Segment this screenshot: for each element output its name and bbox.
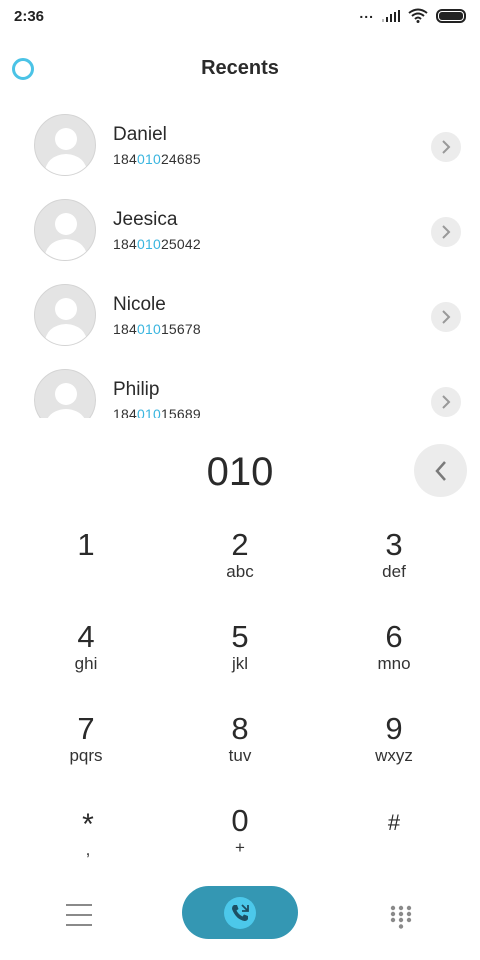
key-2[interactable]: 2 abc	[170, 528, 310, 608]
avatar	[34, 199, 96, 261]
list-item[interactable]: Philip 18401015689	[0, 357, 480, 418]
status-time: 2:36	[14, 8, 45, 25]
key-digit: 8	[231, 711, 249, 746]
contact-number: 18401025042	[113, 236, 201, 252]
avatar	[34, 284, 96, 346]
contact-number: 18401015678	[113, 321, 201, 337]
chevron-right-icon	[442, 310, 451, 324]
key-6[interactable]: 6 mno	[324, 620, 464, 700]
status-icons: ...	[359, 4, 466, 23]
contact-details-button[interactable]	[431, 217, 461, 247]
avatar	[34, 114, 96, 176]
contact-name: Jeesica	[113, 209, 178, 230]
contact-details-button[interactable]	[431, 387, 461, 417]
menu-icon[interactable]	[66, 904, 92, 926]
key-9[interactable]: 9 wxyz	[324, 712, 464, 792]
contact-details-button[interactable]	[431, 302, 461, 332]
person-icon	[44, 298, 88, 345]
chevron-right-icon	[442, 225, 451, 239]
contact-name: Philip	[113, 379, 160, 400]
key-letters: +	[235, 838, 245, 857]
key-4[interactable]: 4 ghi	[16, 620, 156, 700]
key-letters: mno	[377, 654, 411, 673]
list-item[interactable]: Nicole 18401015678	[0, 272, 480, 357]
contact-name: Daniel	[113, 124, 167, 145]
key-star[interactable]: * ,	[18, 804, 158, 884]
bottom-bar	[0, 880, 480, 950]
header: Recents	[0, 50, 480, 90]
battery-icon	[436, 8, 466, 23]
key-letters: ,	[85, 840, 91, 859]
key-letters: wxyz	[375, 746, 413, 765]
key-digit: 2	[231, 527, 249, 562]
key-hash[interactable]: #	[324, 804, 464, 884]
key-digit: 4	[77, 619, 95, 654]
key-letters: pqrs	[69, 746, 103, 765]
recents-list[interactable]: Daniel 18401024685 Jeesica 18401025042 N…	[0, 102, 480, 418]
key-0[interactable]: 0 +	[170, 804, 310, 884]
contact-name: Nicole	[113, 294, 166, 315]
key-7[interactable]: 7 pqrs	[16, 712, 156, 792]
status-bar: 2:36 ...	[0, 0, 480, 34]
key-8[interactable]: 8 tuv	[170, 712, 310, 792]
key-letters: jkl	[231, 654, 249, 673]
key-letters: ghi	[74, 654, 98, 673]
person-icon	[44, 213, 88, 260]
chevron-left-icon	[434, 460, 446, 481]
key-1[interactable]: 1	[16, 528, 156, 608]
list-item[interactable]: Jeesica 18401025042	[0, 187, 480, 272]
keypad: 1 2 abc 3 def 4 ghi 5 jkl 6 mno 7 pqrs 8…	[0, 520, 480, 890]
wifi-icon	[408, 8, 428, 23]
person-icon	[47, 383, 85, 418]
key-digit: #	[387, 810, 401, 835]
key-digit: 3	[385, 527, 403, 562]
key-digit: 5	[231, 619, 249, 654]
signal-icon	[382, 9, 400, 22]
contact-details-button[interactable]	[431, 132, 461, 162]
key-5[interactable]: 5 jkl	[170, 620, 310, 700]
phone-call-icon	[224, 896, 256, 929]
key-digit: 1	[77, 527, 95, 562]
key-digit: 6	[385, 619, 403, 654]
list-item[interactable]: Daniel 18401024685	[0, 102, 480, 187]
key-digit: 7	[77, 711, 95, 746]
entered-number: 010	[206, 450, 274, 494]
call-button[interactable]	[182, 886, 298, 939]
page-title: Recents	[201, 57, 279, 79]
dots-icon: ...	[359, 4, 374, 21]
key-digit: 9	[385, 711, 403, 746]
number-entry: 010	[0, 440, 480, 504]
avatar	[34, 369, 96, 418]
key-letters: def	[382, 562, 406, 581]
key-3[interactable]: 3 def	[324, 528, 464, 608]
key-digit: *	[82, 808, 94, 841]
dialpad-icon[interactable]	[389, 904, 413, 930]
contact-number: 18401024685	[113, 151, 201, 167]
key-letters: tuv	[228, 746, 252, 765]
chevron-right-icon	[442, 140, 451, 154]
contact-number: 18401015689	[113, 406, 201, 418]
person-icon	[44, 128, 88, 175]
key-letters: abc	[226, 562, 254, 581]
chevron-right-icon	[442, 395, 451, 409]
key-digit: 0	[231, 803, 249, 838]
backspace-button[interactable]	[414, 444, 467, 497]
